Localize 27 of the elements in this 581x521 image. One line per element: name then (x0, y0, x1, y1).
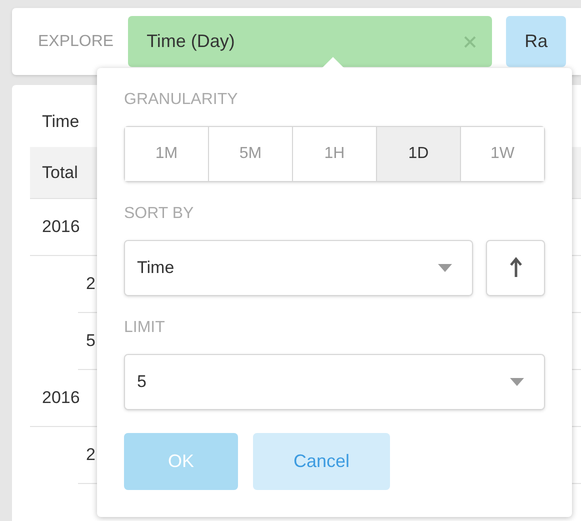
cancel-button[interactable]: Cancel (253, 433, 390, 490)
table-cell-text: 2 (86, 273, 96, 296)
table-cell-text: 2016 (42, 387, 80, 410)
granularity-tab[interactable]: 5M (208, 127, 292, 181)
section-title: LIMIT (124, 320, 166, 336)
granularity-tab[interactable]: 1H (292, 127, 376, 181)
ok-button[interactable]: OK (124, 433, 238, 490)
granularity-tab[interactable]: 1W (460, 127, 544, 181)
sort-direction-button[interactable] (486, 240, 545, 296)
dropdown-caret-icon (510, 378, 524, 386)
filter-pill[interactable]: Time (Day) (128, 16, 492, 67)
table-cell-text: Total (42, 162, 78, 184)
sort-select[interactable]: Time (124, 240, 473, 296)
granularity-tab[interactable]: 1D (376, 127, 460, 181)
granularity-tab[interactable]: 1M (125, 127, 208, 181)
pill-label: Time (Day) (146, 30, 235, 53)
table-cell-text: 2 (86, 444, 96, 466)
limit-select[interactable]: 5 (124, 354, 545, 410)
table-cell-text: 2016 (42, 216, 80, 238)
section-title: GRANULARITY (124, 92, 239, 108)
pill-label: Ra (524, 30, 548, 53)
section-title: SORT BY (124, 206, 195, 222)
column-header: Time (42, 111, 80, 134)
filter-pill[interactable]: Ra (506, 16, 566, 67)
dropdown-caret-icon (438, 264, 452, 272)
explore-label: EXPLORE (38, 32, 114, 52)
table-cell-text: 5 (86, 330, 96, 352)
